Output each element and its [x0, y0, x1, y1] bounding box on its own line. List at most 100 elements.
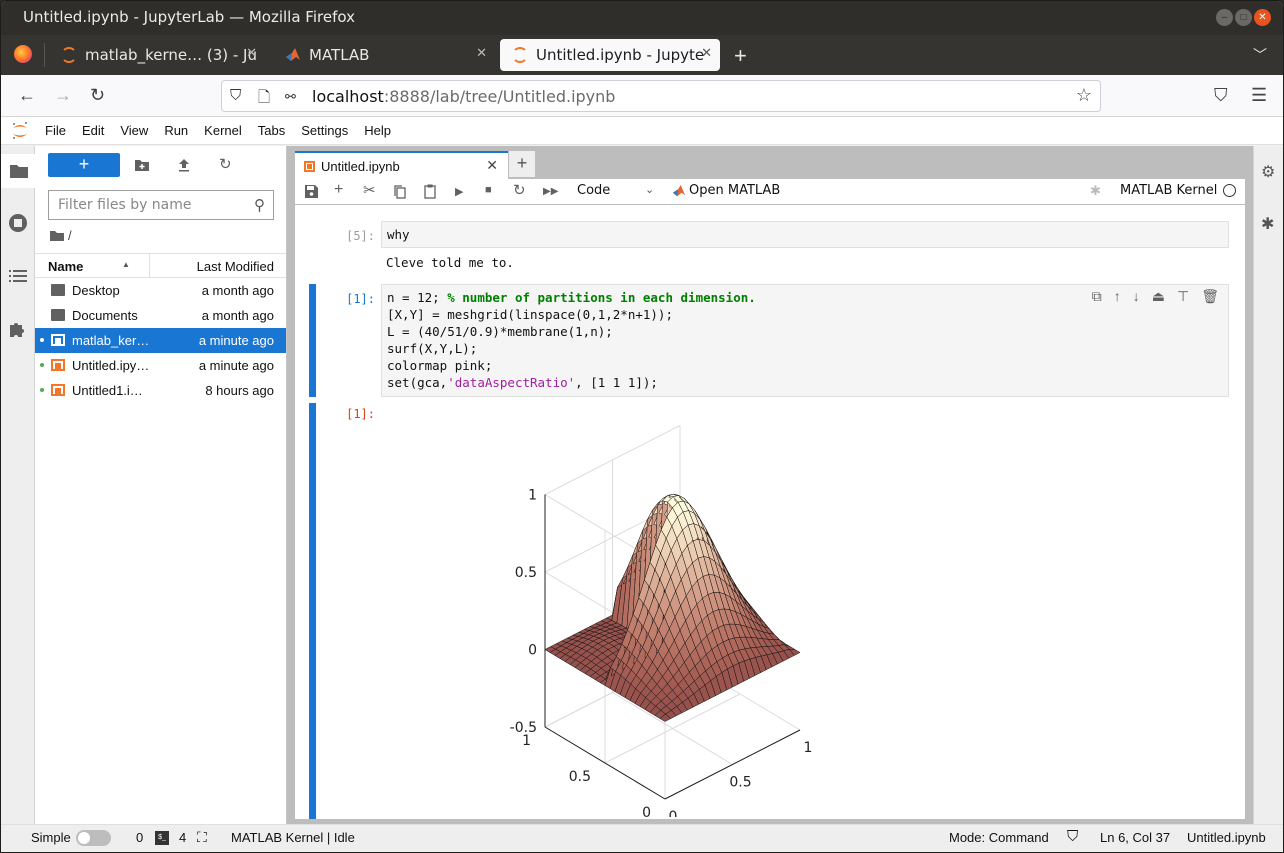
insert-cell-icon[interactable]: + [334, 181, 343, 199]
trusted-shield-icon[interactable]: ⛉ [1067, 828, 1078, 845]
file-browser-tab[interactable] [1, 154, 35, 188]
notebook-mode: Mode: Command [949, 830, 1049, 845]
new-launcher-button[interactable]: + [48, 153, 120, 177]
navigation-toolbar: ← → ↻ ⛉ 🗋 ⚯ localhost:8888/lab/tree/Unti… [1, 75, 1283, 117]
code-cell-selected[interactable]: [1]: n = 12; % number of partitions in e… [295, 284, 1235, 402]
file-item[interactable]: Desktop a month ago [35, 278, 286, 303]
input-prompt: [5]: [346, 229, 375, 243]
simple-mode-toggle[interactable] [76, 830, 111, 846]
run-icon[interactable]: ▶ [455, 185, 463, 198]
new-folder-icon[interactable] [135, 159, 149, 171]
menu-settings[interactable]: Settings [293, 117, 356, 144]
debugger-bug-icon[interactable]: ✱ [1261, 214, 1274, 234]
new-launcher-tab-button[interactable]: + [509, 151, 535, 177]
breadcrumb[interactable]: / [50, 228, 72, 243]
kernel-status-idle-icon [1223, 184, 1236, 197]
file-name: matlab_ker… [72, 333, 150, 348]
permissions-icon[interactable]: ⚯ [285, 89, 296, 105]
close-tab-icon[interactable]: ✕ [486, 157, 498, 174]
menu-view[interactable]: View [112, 117, 156, 144]
restart-run-all-icon[interactable]: ▶▶ [543, 186, 558, 197]
output-collapser[interactable] [309, 403, 316, 819]
file-item[interactable]: Documents a month ago [35, 303, 286, 328]
property-inspector-gears-icon[interactable]: ⚙ [1261, 162, 1275, 182]
page-icon[interactable]: 🗋 [258, 87, 270, 112]
refresh-icon[interactable]: ↻ [219, 155, 232, 173]
filter-input[interactable] [49, 191, 239, 219]
stop-icon[interactable]: ■ [485, 184, 492, 196]
kernel-name[interactable]: MATLAB Kernel [1120, 183, 1217, 198]
cell-input-editor[interactable]: why [381, 221, 1229, 248]
browser-tab-matlab-kernel[interactable]: matlab_kerne… (3) - Ju ✕ [49, 39, 265, 71]
notebook-tab[interactable]: Untitled.ipynb ✕ [295, 151, 508, 179]
terminal-count[interactable]: 0 [136, 830, 143, 845]
paste-icon[interactable] [424, 184, 436, 199]
file-item[interactable]: Untitled.ipy… a minute ago [35, 353, 286, 378]
jupyter-icon [512, 47, 528, 63]
pocket-icon[interactable]: ⛉ [1214, 85, 1228, 106]
file-modified: a minute ago [198, 358, 274, 373]
file-item[interactable]: matlab_ker… a minute ago [35, 328, 286, 353]
bookmark-star-icon[interactable]: ☆ [1076, 85, 1092, 106]
cut-icon[interactable]: ✂ [363, 181, 376, 199]
delete-cell-icon[interactable]: 🗑 [1201, 288, 1219, 305]
url-text[interactable]: localhost:8888/lab/tree/Untitled.ipynb [312, 87, 615, 106]
terminal-icon[interactable]: $_ [155, 831, 169, 845]
firefox-icon[interactable] [14, 45, 32, 63]
minimize-button[interactable]: – [1216, 9, 1233, 26]
menu-run[interactable]: Run [156, 117, 196, 144]
cell-type-dropdown[interactable]: Code [577, 183, 610, 198]
back-icon[interactable]: ← [18, 85, 36, 106]
table-of-contents-tab[interactable] [1, 259, 35, 293]
list-all-tabs-icon[interactable]: ﹀ [1253, 45, 1267, 65]
cpu-chip-icon[interactable]: ⛶ [197, 829, 207, 846]
restart-kernel-icon[interactable]: ↻ [513, 181, 526, 199]
cursor-position[interactable]: Ln 6, Col 37 [1100, 830, 1170, 845]
column-name[interactable]: Name [48, 259, 83, 274]
new-tab-button[interactable]: + [734, 43, 747, 69]
menu-help[interactable]: Help [356, 117, 399, 144]
browser-tab-untitled[interactable]: Untitled.ipynb - Jupyte ✕ [500, 39, 720, 71]
menu-file[interactable]: File [37, 117, 74, 144]
save-icon[interactable] [305, 185, 318, 198]
move-down-icon[interactable]: ↓ [1133, 288, 1140, 305]
y-tick-label: 0.5 [569, 769, 591, 785]
url-bar[interactable]: ⛉ 🗋 ⚯ localhost:8888/lab/tree/Untitled.i… [221, 80, 1101, 112]
menu-kernel[interactable]: Kernel [196, 117, 250, 144]
menu-edit[interactable]: Edit [74, 117, 112, 144]
debugger-icon[interactable]: ✱ [1090, 183, 1101, 199]
maximize-button[interactable]: □ [1235, 9, 1252, 26]
duplicate-cell-icon[interactable]: ⧉ [1092, 288, 1102, 305]
close-tab-icon[interactable]: ✕ [476, 46, 487, 61]
open-matlab-button[interactable]: Open MATLAB [671, 183, 780, 198]
hamburger-menu-icon[interactable]: ☰ [1251, 85, 1267, 106]
reload-icon[interactable]: ↻ [90, 85, 105, 106]
kernel-status[interactable]: MATLAB Kernel | Idle [231, 830, 355, 845]
close-tab-icon[interactable]: ✕ [246, 46, 257, 61]
breadcrumb-root[interactable]: / [68, 228, 72, 243]
forward-icon[interactable]: → [54, 85, 72, 106]
menu-tabs[interactable]: Tabs [250, 117, 293, 144]
code-cell[interactable]: [5]: why Cleve told me to. [295, 221, 1235, 281]
code-line: [X,Y] = meshgrid(linspace(0,1,2*n+1)); [387, 306, 1223, 323]
file-item[interactable]: Untitled1.i… 8 hours ago [35, 378, 286, 403]
column-last-modified[interactable]: Last Modified [197, 259, 274, 274]
column-divider[interactable] [149, 254, 150, 278]
close-tab-icon[interactable]: ✕ [701, 46, 712, 61]
kernel-count[interactable]: 4 [179, 830, 186, 845]
sort-ascending-icon[interactable]: ▲ [122, 260, 130, 269]
shield-icon[interactable]: ⛉ [230, 87, 241, 104]
code-string: 'dataAspectRatio' [447, 375, 576, 390]
running-sessions-tab[interactable] [1, 206, 35, 240]
insert-below-icon[interactable]: ⊤ [1177, 288, 1189, 305]
chevron-down-icon[interactable]: ⌄ [645, 183, 654, 196]
close-window-button[interactable]: ✕ [1254, 9, 1271, 26]
file-filter-field[interactable]: ⚲ [48, 190, 274, 220]
move-up-icon[interactable]: ↑ [1114, 288, 1121, 305]
browser-tab-matlab[interactable]: MATLAB ✕ [273, 39, 495, 71]
extensions-tab[interactable] [1, 312, 35, 346]
upload-icon[interactable] [178, 158, 190, 172]
right-sidebar-tabs: ⚙ ✱ [1253, 146, 1283, 824]
copy-icon[interactable] [394, 185, 406, 199]
insert-above-icon[interactable]: ⏏ [1152, 288, 1165, 305]
